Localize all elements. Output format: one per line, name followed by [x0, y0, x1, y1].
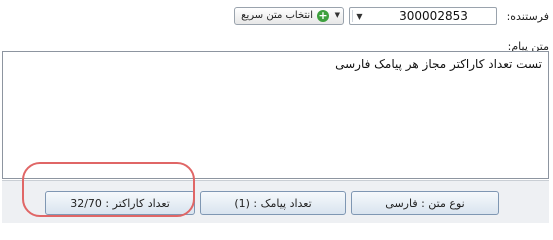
sender-select[interactable]: 300002853 ▼: [349, 7, 497, 25]
sender-value: 300002853: [399, 9, 468, 23]
sms-count-indicator: تعداد پیامک : (1): [200, 191, 346, 215]
message-text: تست تعداد کاراکتر مجاز هر پیامک فارسی: [335, 57, 542, 71]
caret-down-icon: ▼: [334, 11, 340, 19]
plus-icon: +: [317, 9, 329, 22]
sender-label: فرستنده:: [506, 10, 549, 23]
char-count-indicator: تعداد کاراکتر : 32/70: [45, 191, 195, 215]
quick-text-label: انتخاب متن سریع: [241, 10, 313, 21]
quick-text-button[interactable]: ▼ + انتخاب متن سریع: [234, 7, 344, 25]
text-type-indicator: نوع متن : فارسی: [351, 191, 499, 215]
sms-composer: فرستنده: 300002853 ▼ ▼ + انتخاب متن سریع…: [0, 0, 553, 223]
message-textarea[interactable]: تست تعداد کاراکتر مجاز هر پیامک فارسی: [2, 51, 549, 179]
status-bar: نوع متن : فارسی تعداد پیامک : (1) تعداد …: [2, 180, 549, 223]
sender-row: فرستنده: 300002853 ▼ ▼ + انتخاب متن سریع: [0, 6, 553, 28]
chevron-down-icon[interactable]: ▼: [352, 10, 366, 22]
